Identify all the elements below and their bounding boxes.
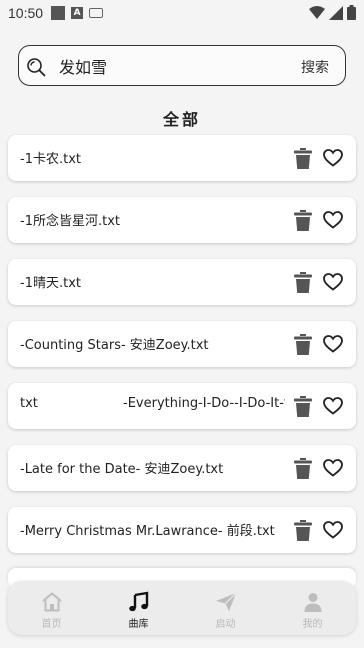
- nav-library[interactable]: 曲库: [95, 581, 182, 635]
- heart-icon[interactable]: [323, 459, 343, 477]
- heart-icon[interactable]: [323, 149, 343, 167]
- nav-start[interactable]: 启动: [182, 581, 269, 635]
- file-name-part: -Everything-I-Do--I-Do-It-fo: [123, 396, 285, 411]
- trash-icon[interactable]: [294, 210, 312, 231]
- heart-icon[interactable]: [323, 521, 343, 539]
- bottom-nav: 首页 曲库 启动 我的: [8, 581, 356, 635]
- trash-icon[interactable]: [294, 148, 312, 169]
- list-item[interactable]: txt -Everything-I-Do--I-Do-It-fo: [8, 383, 356, 429]
- paper-plane-icon: [215, 592, 236, 611]
- heart-icon[interactable]: [323, 397, 343, 415]
- heart-icon[interactable]: [323, 211, 343, 229]
- list-item[interactable]: -1晴天.txt: [8, 259, 356, 305]
- list-item[interactable]: -Late for the Date- 安迪Zoey.txt: [8, 445, 356, 491]
- trash-icon[interactable]: [294, 396, 312, 417]
- file-list: -1卡农.txt -1所念皆星河.txt -1晴天.txt -Counting …: [0, 0, 364, 648]
- file-name: -Counting Stars- 安迪Zoey.txt: [20, 338, 209, 353]
- list-item[interactable]: -1所念皆星河.txt: [8, 197, 356, 243]
- person-icon: [304, 593, 321, 612]
- nav-library-label: 曲库: [128, 619, 149, 630]
- nav-profile[interactable]: 我的: [269, 581, 356, 635]
- trash-icon[interactable]: [294, 334, 312, 355]
- nav-home[interactable]: 首页: [8, 581, 95, 635]
- list-item[interactable]: -1卡农.txt: [8, 135, 356, 181]
- file-name: -Late for the Date- 安迪Zoey.txt: [20, 462, 224, 477]
- file-name: -1晴天.txt: [20, 276, 81, 291]
- music-note-icon: [128, 591, 148, 612]
- file-name-part: txt: [20, 396, 38, 411]
- heart-icon[interactable]: [323, 335, 343, 353]
- list-item[interactable]: -Counting Stars- 安迪Zoey.txt: [8, 321, 356, 367]
- home-icon: [41, 592, 62, 612]
- file-name: -Merry Christmas Mr.Lawrance- 前段.txt: [20, 524, 275, 539]
- trash-icon[interactable]: [294, 520, 312, 541]
- nav-home-label: 首页: [41, 619, 62, 630]
- nav-profile-label: 我的: [302, 619, 323, 630]
- file-name: txt -Everything-I-Do--I-Do-It-fo: [20, 396, 285, 416]
- file-name: -1所念皆星河.txt: [20, 214, 120, 229]
- trash-icon[interactable]: [294, 458, 312, 479]
- file-name: -1卡农.txt: [20, 152, 81, 167]
- trash-icon[interactable]: [294, 272, 312, 293]
- nav-start-label: 启动: [215, 619, 236, 630]
- heart-icon[interactable]: [323, 273, 343, 291]
- list-item[interactable]: -Merry Christmas Mr.Lawrance- 前段.txt: [8, 507, 356, 553]
